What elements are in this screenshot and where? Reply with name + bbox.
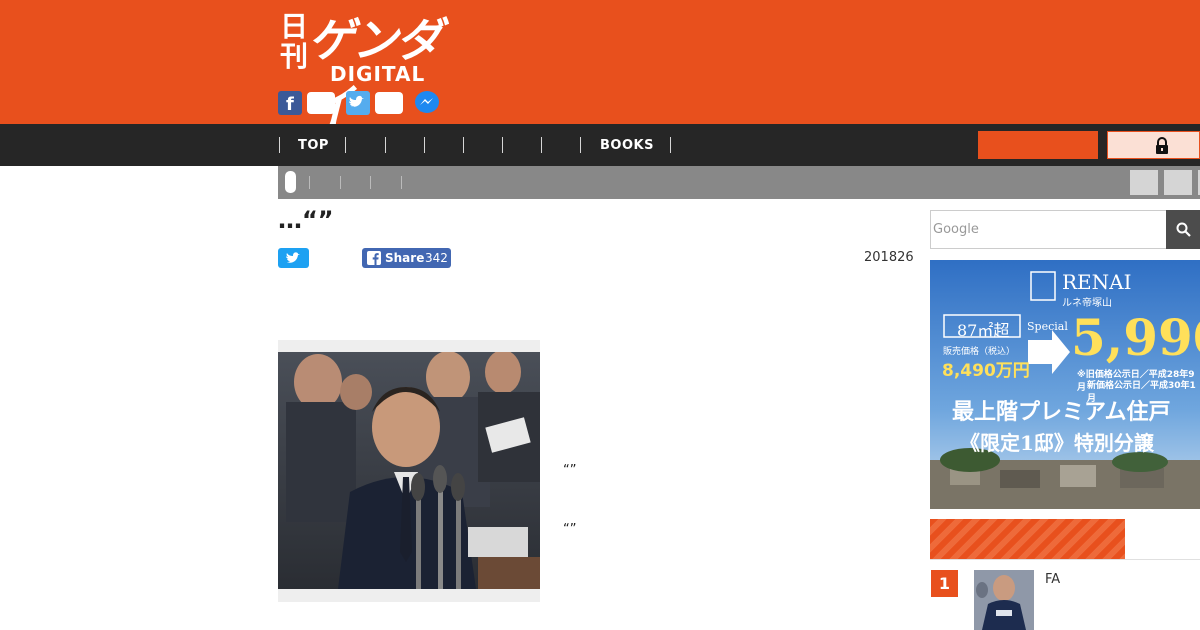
site-header (0, 0, 1200, 124)
nav-item-4[interactable] (429, 134, 459, 156)
nav-separator (670, 137, 671, 153)
facebook-icon[interactable]: f (278, 91, 302, 115)
ad-brand-sub: ルネ帝塚山 (1062, 298, 1112, 309)
site-logo[interactable]: 日刊 ゲンダイ DIGITAL (278, 10, 458, 134)
nav-item-3[interactable] (390, 134, 420, 156)
share-count: 342 (425, 251, 448, 265)
sub-nav-button[interactable] (1130, 170, 1158, 195)
ad-area: 87㎡超 (957, 321, 1010, 340)
nav-separator (541, 137, 542, 153)
sub-nav-active-item[interactable] (285, 171, 296, 193)
ranking-item-title[interactable]: FA (1045, 572, 1060, 587)
twitter-count-bubble (375, 92, 403, 114)
share-label: Share (385, 251, 425, 265)
article-date: 201826 (864, 250, 914, 265)
ad-brand: RENAI (1062, 270, 1132, 294)
svg-text:f: f (286, 94, 294, 115)
search-icon (1176, 222, 1191, 237)
article-quote-1: “” (563, 463, 577, 478)
article-photo (278, 352, 540, 589)
sub-nav-button[interactable] (1164, 170, 1192, 195)
tweet-button[interactable] (278, 248, 309, 268)
search-button[interactable] (1166, 210, 1200, 249)
ranking-header (930, 519, 1125, 559)
ranking-number: 1 (931, 570, 958, 597)
facebook-icon (367, 251, 381, 265)
sidebar-ad[interactable]: RENAI ルネ帝塚山 87㎡超 Special 5,990 販売価格（税込） … (930, 260, 1200, 509)
nav-item-2[interactable] (350, 134, 380, 156)
sub-nav-separator (340, 176, 341, 189)
nav-separator (345, 137, 346, 153)
article-title: …“” (278, 206, 334, 234)
ad-headline-2: 《限定1邸》特別分譲 (960, 431, 1154, 455)
nav-separator (463, 137, 464, 153)
facebook-count-bubble (307, 92, 335, 114)
article-quote-2: “” (563, 522, 577, 537)
ranking-thumbnail[interactable] (974, 570, 1034, 630)
nav-item-6[interactable] (507, 134, 537, 156)
facebook-share-button[interactable]: Share 342 (362, 248, 451, 268)
ranking-divider (930, 559, 1200, 560)
logo-digital-text: DIGITAL (330, 62, 426, 86)
lock-icon (1156, 137, 1168, 154)
twitter-icon (286, 252, 300, 263)
signup-button[interactable] (978, 131, 1098, 159)
nav-separator (385, 137, 386, 153)
login-button[interactable] (1107, 131, 1200, 159)
ad-special: Special (1027, 320, 1068, 333)
sub-nav-separator (370, 176, 371, 189)
nav-item-books[interactable]: BOOKS (600, 138, 654, 153)
sub-nav-separator (401, 176, 402, 189)
twitter-icon[interactable] (346, 91, 370, 115)
nav-separator (424, 137, 425, 153)
ad-new-price: 5,990 (1071, 308, 1200, 367)
nav-item-5[interactable] (468, 134, 498, 156)
nav-separator (279, 137, 280, 153)
messenger-icon[interactable] (414, 90, 440, 116)
sub-nav-separator (309, 176, 310, 189)
ad-headline-1: 最上階プレミアム住戸 (952, 399, 1171, 425)
nav-separator (580, 137, 581, 153)
nav-item-7[interactable] (546, 134, 576, 156)
nav-separator (502, 137, 503, 153)
nav-item-top[interactable]: TOP (298, 138, 329, 153)
logo-side-text: 日刊 (280, 10, 309, 73)
ad-old-price: 8,490万円 (942, 361, 1030, 381)
search-placeholder: Google (933, 222, 979, 237)
sub-nav (278, 166, 1200, 199)
